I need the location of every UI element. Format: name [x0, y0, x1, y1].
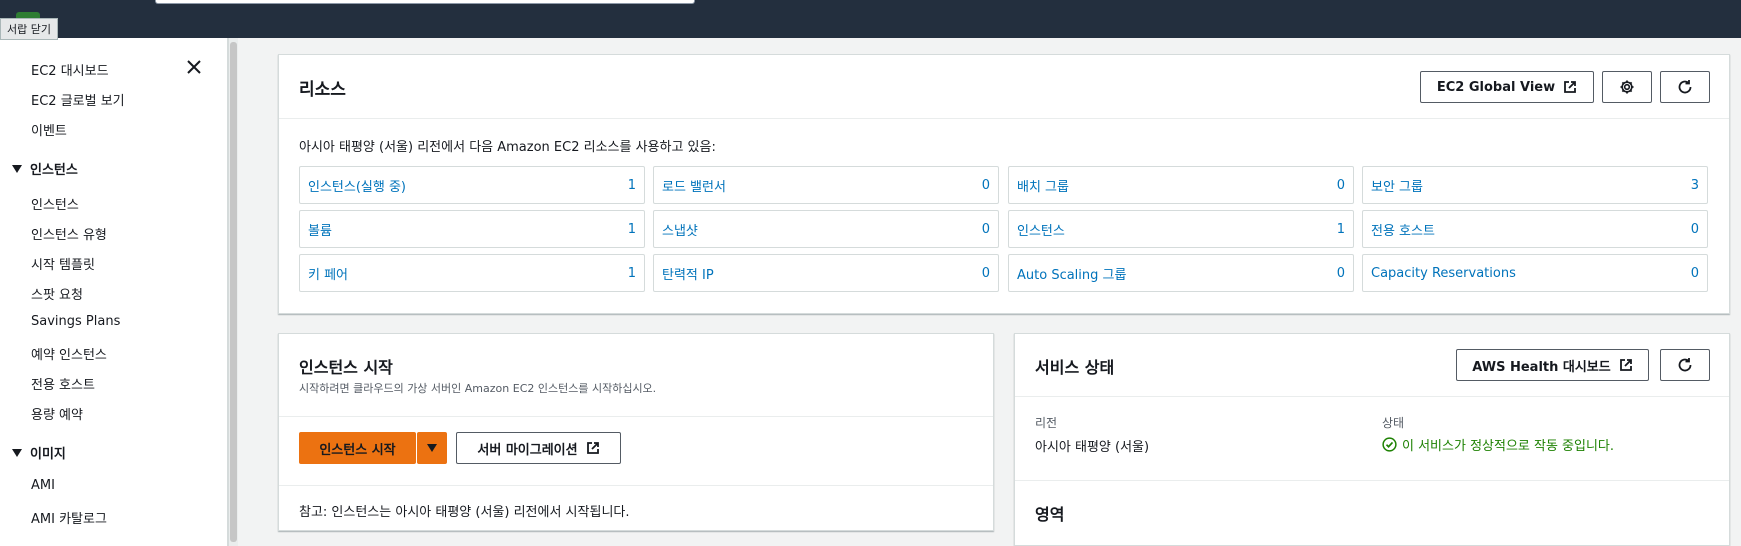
resource-cell[interactable]: 탄력적 IP 0 — [653, 254, 999, 292]
caret-down-icon — [427, 444, 437, 452]
sidebar-item-events[interactable]: 이벤트 — [31, 120, 67, 139]
sidebar-item-dedicated-hosts[interactable]: 전용 호스트 — [31, 374, 95, 393]
resource-count[interactable]: 0 — [1691, 266, 1699, 281]
sidebar-item-savings-plans[interactable]: Savings Plans — [31, 314, 120, 329]
region-label: 리전 — [1035, 416, 1058, 430]
resource-label[interactable]: 인스턴스 — [1017, 220, 1065, 239]
aws-health-dashboard-button[interactable]: AWS Health 대시보드 — [1456, 349, 1649, 381]
region-value: 아시아 태평양 (서울) — [1035, 440, 1150, 455]
resource-count[interactable]: 0 — [1691, 222, 1699, 237]
sidebar-section-images[interactable]: 이미지 — [12, 443, 66, 462]
resource-label[interactable]: 볼륨 — [308, 220, 332, 239]
launch-title: 인스턴스 시작 — [299, 358, 393, 377]
refresh-icon — [1678, 80, 1692, 94]
launch-instance-panel: 인스턴스 시작 시작하려면 클라우드의 가상 서버인 Amazon EC2 인스… — [278, 333, 994, 531]
caret-down-icon — [12, 449, 22, 457]
top-navigation-bar — [0, 0, 1741, 38]
launch-note: 참고: 인스턴스는 아시아 태평양 (서울) 리전에서 시작됩니다. — [299, 505, 630, 520]
sidebar-scrollbar[interactable] — [228, 38, 238, 546]
sidebar-item-ec2-global-view[interactable]: EC2 글로벌 보기 — [31, 90, 125, 109]
refresh-icon — [1678, 358, 1692, 372]
sidebar: EC2 대시보드 EC2 글로벌 보기 이벤트 인스턴스 인스턴스 인스턴스 유… — [0, 38, 228, 546]
sidebar-item-ec2-dashboard[interactable]: EC2 대시보드 — [31, 60, 109, 79]
launch-options-dropdown[interactable] — [417, 432, 447, 464]
external-link-icon — [1619, 359, 1632, 371]
resource-cell[interactable]: 인스턴스 1 — [1008, 210, 1354, 248]
launch-divider-bottom — [279, 485, 993, 486]
resource-cell[interactable]: 인스턴스(실행 중) 1 — [299, 166, 645, 204]
resource-label[interactable]: Auto Scaling 그룹 — [1017, 264, 1126, 283]
resource-cell[interactable]: 배치 그룹 0 — [1008, 166, 1354, 204]
resources-description: 아시아 태평양 (서울) 리전에서 다음 Amazon EC2 리소스를 사용하… — [299, 140, 716, 155]
sidebar-section-instances[interactable]: 인스턴스 — [12, 159, 78, 178]
resource-count[interactable]: 1 — [628, 266, 636, 281]
sidebar-item-launch-templates[interactable]: 시작 템플릿 — [31, 254, 95, 273]
scrollbar-thumb[interactable] — [230, 42, 237, 542]
status-value: 이 서비스가 정상적으로 작동 중입니다. — [1382, 435, 1614, 454]
caret-down-icon — [12, 165, 22, 173]
resource-cell[interactable]: 보안 그룹 3 — [1362, 166, 1708, 204]
service-divider-top — [1015, 396, 1729, 397]
sidebar-item-reserved-instances[interactable]: 예약 인스턴스 — [31, 344, 107, 363]
resources-divider — [279, 118, 1729, 119]
resource-label[interactable]: 배치 그룹 — [1017, 176, 1069, 195]
zones-title: 영역 — [1035, 505, 1065, 524]
success-check-icon — [1382, 437, 1397, 452]
resource-label[interactable]: 키 페어 — [308, 264, 348, 283]
sidebar-item-instance-types[interactable]: 인스턴스 유형 — [31, 224, 107, 243]
external-link-icon — [586, 442, 599, 454]
refresh-resources-button[interactable] — [1660, 71, 1710, 103]
resource-count[interactable]: 1 — [628, 222, 636, 237]
resources-panel: 리소스 EC2 Global View 아시아 태평양 (서울) 리전에서 다음… — [278, 54, 1730, 314]
external-link-icon — [1564, 81, 1577, 93]
resource-label[interactable]: 탄력적 IP — [662, 264, 714, 283]
resource-cell[interactable]: Capacity Reservations 0 — [1362, 254, 1708, 292]
resource-cell[interactable]: 로드 밸런서 0 — [653, 166, 999, 204]
resource-label[interactable]: 로드 밸런서 — [662, 176, 726, 195]
server-migration-button[interactable]: 서버 마이그레이션 — [456, 432, 621, 464]
resources-title: 리소스 — [299, 80, 346, 100]
sidebar-item-instances[interactable]: 인스턴스 — [31, 194, 79, 213]
resource-count[interactable]: 0 — [1337, 266, 1345, 281]
service-title: 서비스 상태 — [1035, 358, 1115, 377]
resource-label[interactable]: 보안 그룹 — [1371, 176, 1423, 195]
resource-cell[interactable]: 볼륨 1 — [299, 210, 645, 248]
resource-count[interactable]: 0 — [1337, 178, 1345, 193]
resource-count[interactable]: 1 — [1337, 222, 1345, 237]
resource-label[interactable]: 인스턴스(실행 중) — [308, 176, 406, 195]
search-input[interactable] — [155, 0, 695, 4]
close-icon[interactable] — [185, 58, 203, 76]
drawer-close-tooltip: 서랍 닫기 — [0, 18, 58, 40]
status-label: 상태 — [1382, 416, 1405, 430]
resource-cell[interactable]: 키 페어 1 — [299, 254, 645, 292]
service-divider-bottom — [1015, 480, 1729, 481]
settings-button[interactable] — [1602, 71, 1652, 103]
launch-subtitle: 시작하려면 클라우드의 가상 서버인 Amazon EC2 인스턴스를 시작하십… — [299, 382, 657, 395]
refresh-health-button[interactable] — [1660, 349, 1710, 381]
resource-count[interactable]: 3 — [1691, 178, 1699, 193]
resource-count[interactable]: 0 — [982, 266, 990, 281]
launch-instance-button[interactable]: 인스턴스 시작 — [299, 432, 416, 464]
resource-count[interactable]: 0 — [982, 222, 990, 237]
sidebar-item-capacity-reservations[interactable]: 용량 예약 — [31, 404, 83, 423]
resource-count[interactable]: 0 — [982, 178, 990, 193]
resource-label[interactable]: Capacity Reservations — [1371, 266, 1516, 281]
resource-cell[interactable]: 전용 호스트 0 — [1362, 210, 1708, 248]
sidebar-item-ami-catalog[interactable]: AMI 카탈로그 — [31, 508, 107, 527]
resource-label[interactable]: 스냅샷 — [662, 220, 698, 239]
launch-divider-top — [279, 416, 993, 417]
sidebar-item-spot-requests[interactable]: 스팟 요청 — [31, 284, 83, 303]
service-health-panel: 서비스 상태 AWS Health 대시보드 리전 아시아 태평양 (서울) 상… — [1014, 333, 1730, 546]
ec2-global-view-button[interactable]: EC2 Global View — [1420, 71, 1594, 103]
gear-icon — [1620, 80, 1634, 94]
resource-label[interactable]: 전용 호스트 — [1371, 220, 1435, 239]
resource-cell[interactable]: 스냅샷 0 — [653, 210, 999, 248]
resource-cell[interactable]: Auto Scaling 그룹 0 — [1008, 254, 1354, 292]
resource-count[interactable]: 1 — [628, 178, 636, 193]
sidebar-item-ami[interactable]: AMI — [31, 478, 55, 493]
